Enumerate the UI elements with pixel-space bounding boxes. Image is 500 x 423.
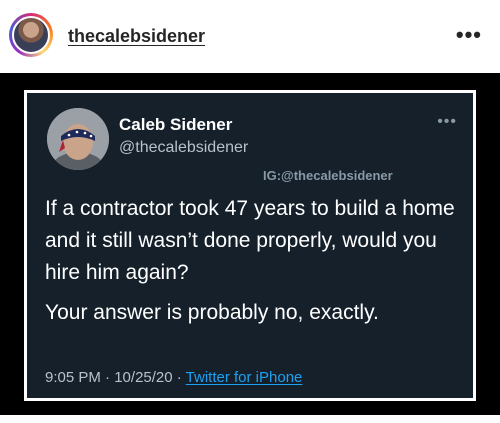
more-options-icon[interactable]: •••: [456, 22, 482, 48]
tweet-screenshot: Caleb Sidener @thecalebsidener ••• IG:@t…: [24, 90, 476, 401]
tweet-text: If a contractor took 47 years to build a…: [45, 193, 465, 337]
tweet-more-icon: •••: [437, 113, 457, 130]
instagram-post-header: thecalebsidener •••: [0, 0, 500, 72]
tweet-time: 9:05 PM: [45, 369, 101, 386]
profile-avatar-story-ring[interactable]: [9, 13, 53, 57]
meta-separator: ·: [172, 369, 186, 386]
tweet-display-name: Caleb Sidener: [119, 115, 233, 134]
meta-separator: ·: [100, 369, 115, 386]
tweet-date: 10/25/20: [114, 369, 173, 386]
tweet-avatar: [47, 108, 109, 170]
tweet-meta: 9:05 PM · 10/25/20 · Twitter for iPhone: [45, 369, 302, 386]
username-link[interactable]: thecalebsidener: [68, 26, 205, 47]
watermark: IG:@thecalebsidener: [263, 168, 393, 183]
tweet-paragraph: If a contractor took 47 years to build a…: [45, 197, 455, 284]
profile-photo-icon: [47, 108, 109, 170]
post-bottom-edge: [0, 415, 500, 423]
tweet-source-link: Twitter for iPhone: [185, 369, 303, 386]
tweet-handle: @thecalebsidener: [119, 139, 249, 156]
tweet-paragraph: Your answer is probably no, exactly.: [45, 301, 379, 324]
avatar[interactable]: [12, 16, 50, 54]
